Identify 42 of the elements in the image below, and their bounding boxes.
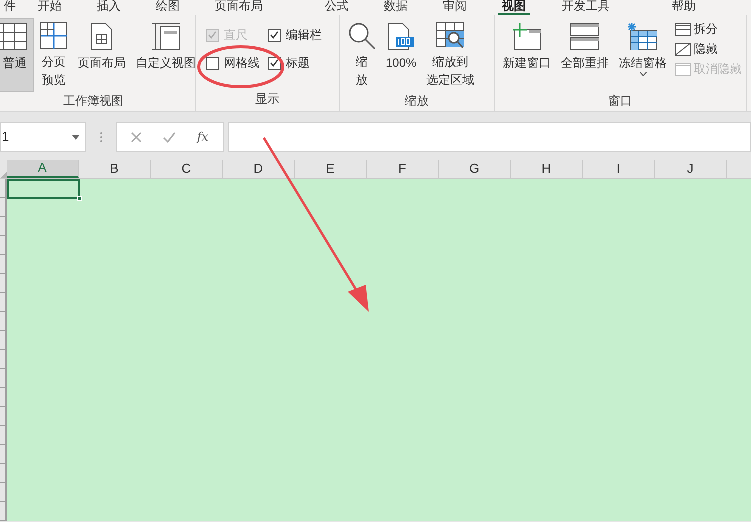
- ribbon-button[interactable]: 页面布局: [74, 18, 130, 92]
- column-header[interactable]: C: [151, 160, 223, 178]
- ribbon-small-button[interactable]: 拆分: [675, 22, 742, 37]
- ribbon-button[interactable]: 新建窗口: [499, 18, 555, 92]
- column-header[interactable]: B: [79, 160, 151, 178]
- ribbon-tab[interactable]: 审阅: [439, 0, 471, 15]
- ribbon-button[interactable]: 分页预览: [36, 18, 72, 92]
- ribbon-tab[interactable]: 页面布局: [211, 0, 267, 15]
- group-label: 缩放: [405, 93, 429, 110]
- ribbon-button[interactable]: 100%: [382, 18, 421, 92]
- group-label: 工作簿视图: [64, 93, 124, 110]
- ribbon-small-button[interactable]: 隐藏: [675, 42, 742, 57]
- checkbox-option[interactable]: 网格线: [206, 54, 260, 72]
- ribbon-tab[interactable]: 插入: [93, 0, 125, 15]
- cell-reference: 1: [2, 128, 10, 146]
- ribbon-tab[interactable]: 绘图: [152, 0, 184, 15]
- column-header[interactable]: E: [295, 160, 367, 178]
- column-header[interactable]: F: [367, 160, 439, 178]
- column-header[interactable]: I: [583, 160, 655, 178]
- ribbon-button[interactable]: 缩放到选定区域: [422, 18, 479, 92]
- column-header[interactable]: H: [511, 160, 583, 178]
- ribbon-tab[interactable]: 帮助: [668, 0, 700, 15]
- ribbon-button[interactable]: 普通: [0, 18, 34, 92]
- name-box[interactable]: 1: [0, 122, 86, 152]
- column-header[interactable]: A: [7, 160, 79, 178]
- column-header[interactable]: D: [223, 160, 295, 178]
- column-header[interactable]: J: [655, 160, 727, 178]
- group-label: 窗口: [608, 93, 632, 110]
- checkbox-option[interactable]: 编辑栏: [268, 26, 322, 44]
- ribbon-tab[interactable]: 公式: [321, 0, 353, 15]
- ribbon-button[interactable]: 冻结窗格: [615, 18, 671, 92]
- checkbox-option[interactable]: 标题: [268, 54, 322, 72]
- ribbon-button[interactable]: 自定义视图: [132, 18, 200, 92]
- insert-function-button[interactable]: fx: [197, 128, 209, 146]
- ribbon-button[interactable]: 全部重排: [557, 18, 613, 92]
- ribbon-tab[interactable]: 开发工具: [558, 0, 614, 15]
- ribbon-tab[interactable]: 开始: [34, 0, 66, 15]
- group-label: 显示: [256, 91, 280, 108]
- ribbon-tab[interactable]: 数据: [380, 0, 412, 15]
- ribbon-tab[interactable]: 件: [0, 0, 20, 15]
- ribbon-button[interactable]: 缩放: [344, 18, 380, 92]
- column-header[interactable]: G: [439, 160, 511, 178]
